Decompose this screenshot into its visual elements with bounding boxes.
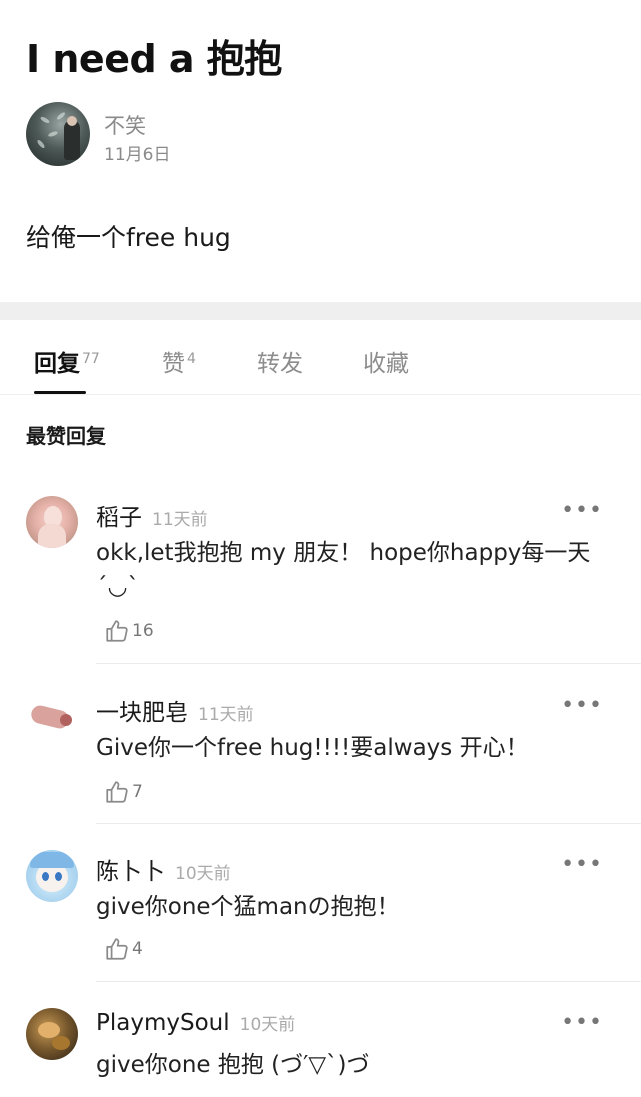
author-avatar[interactable]	[26, 102, 90, 166]
comment-author-name: PlaymySoul	[96, 1010, 230, 1036]
tab-bar: 回复 77 赞4 转发 收藏	[0, 320, 641, 395]
tab-likes-count: 4	[187, 351, 196, 367]
comment-text: give你one 抱抱 (づ′▽`)づ	[96, 1052, 370, 1078]
anime-girl-avatar-icon[interactable]	[26, 850, 78, 902]
tab-favorites[interactable]: 收藏	[363, 344, 409, 378]
comment-time: 11天前	[198, 705, 254, 725]
tab-likes-label: 赞	[162, 351, 185, 377]
comment-author-name: 陈卜卜	[96, 859, 165, 885]
tab-reposts-label: 转发	[257, 351, 303, 377]
comment-author-name: 一块肥皂	[96, 700, 188, 726]
comment-time: 10天前	[239, 1015, 296, 1035]
tab-replies[interactable]: 回复 77	[34, 344, 100, 378]
comment-text: give你one个猛manの抱抱！	[96, 894, 400, 920]
section-heading-top-replies: 最赞回复	[26, 424, 106, 448]
like-button[interactable]: 16	[104, 618, 154, 644]
post-title: I need a 抱抱	[26, 37, 282, 81]
tab-favorites-label: 收藏	[363, 351, 409, 377]
comment-separator	[96, 823, 641, 824]
author-name[interactable]: 不笑	[104, 110, 146, 140]
comment-separator	[96, 663, 641, 664]
comment-author-name: 稻子	[96, 505, 142, 531]
tab-likes[interactable]: 赞4	[162, 344, 196, 378]
comment-author[interactable]: PlaymySoul 10天前	[96, 1010, 295, 1036]
comment-text: Give你一个free hug!!!!要always 开心！	[96, 735, 529, 761]
comment-separator	[96, 981, 641, 982]
soap-avatar-icon[interactable]	[26, 691, 78, 743]
portrait-avatar-icon[interactable]	[26, 496, 78, 548]
comment-author[interactable]: 一块肥皂 11天前	[96, 693, 254, 727]
tab-replies-count: 77	[82, 351, 100, 367]
comment-time: 10天前	[175, 864, 231, 884]
like-button[interactable]: 7	[104, 779, 143, 805]
more-options-icon[interactable]: •••	[561, 498, 603, 523]
tab-replies-label: 回复	[34, 351, 80, 377]
like-button[interactable]: 4	[104, 936, 143, 962]
comment-author[interactable]: 陈卜卜 10天前	[96, 852, 231, 886]
like-count: 16	[132, 621, 154, 641]
thumbs-up-icon	[106, 938, 128, 960]
thumbs-up-icon	[106, 620, 128, 642]
active-tab-indicator	[34, 391, 86, 394]
comment-text: okk,let我抱抱 my 朋友！ hope你happy每一天´◡`	[96, 540, 591, 600]
like-count: 7	[132, 782, 143, 802]
food-avatar-icon[interactable]	[26, 1008, 78, 1060]
thumbs-up-icon	[106, 781, 128, 803]
section-divider	[0, 302, 641, 320]
comment-author[interactable]: 稻子 11天前	[96, 498, 208, 532]
comment-time: 11天前	[152, 510, 208, 530]
like-count: 4	[132, 939, 143, 959]
more-options-icon[interactable]: •••	[561, 693, 603, 718]
post-body: 给俺一个free hug	[26, 223, 231, 252]
tab-reposts[interactable]: 转发	[257, 344, 303, 378]
more-options-icon[interactable]: •••	[561, 852, 603, 877]
post-date: 11月6日	[104, 145, 171, 165]
more-options-icon[interactable]: •••	[561, 1010, 603, 1035]
